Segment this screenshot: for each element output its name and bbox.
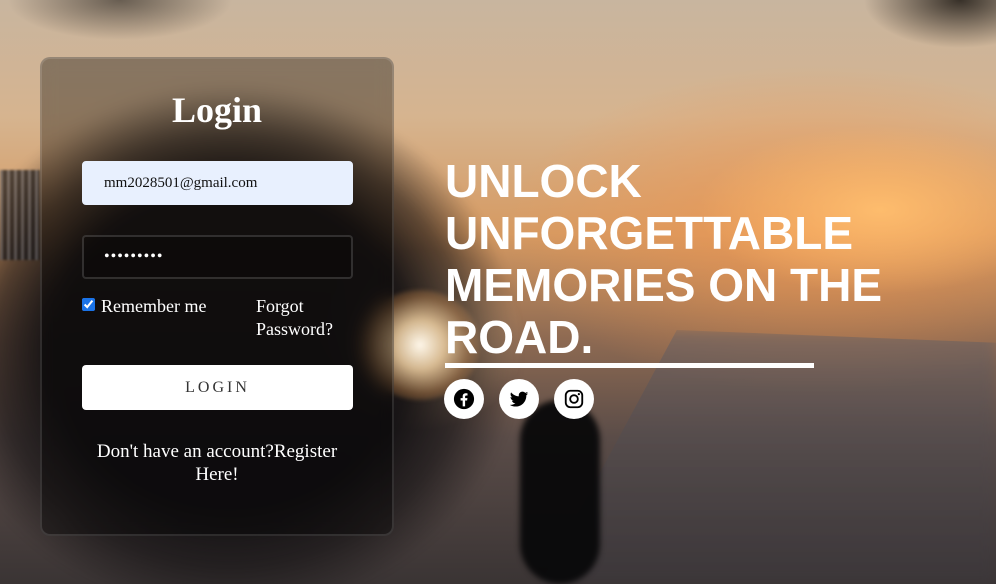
background-wheel — [520, 400, 600, 584]
twitter-icon — [509, 391, 529, 407]
login-card: Login Remember me Forgot Password? LOGIN… — [40, 57, 394, 536]
facebook-icon — [453, 388, 475, 410]
remember-me-label: Remember me — [101, 296, 207, 316]
register-link[interactable]: Don't have an account?Register Here! — [42, 440, 392, 486]
headline-underline — [445, 363, 814, 368]
instagram-icon — [564, 389, 584, 409]
instagram-button[interactable] — [554, 379, 594, 419]
facebook-button[interactable] — [444, 379, 484, 419]
twitter-button[interactable] — [499, 379, 539, 419]
remember-me[interactable]: Remember me — [82, 295, 222, 318]
login-title: Login — [171, 90, 263, 130]
hero-headline: UNLOCK UNFORGETTABLE MEMORIES ON THE ROA… — [445, 155, 883, 363]
login-button[interactable]: LOGIN — [82, 365, 353, 410]
forgot-password-link[interactable]: Forgot Password? — [256, 295, 366, 341]
remember-me-checkbox[interactable] — [82, 298, 95, 311]
background-car-grille — [0, 170, 40, 260]
email-field[interactable] — [82, 161, 353, 205]
password-field[interactable] — [82, 235, 353, 279]
